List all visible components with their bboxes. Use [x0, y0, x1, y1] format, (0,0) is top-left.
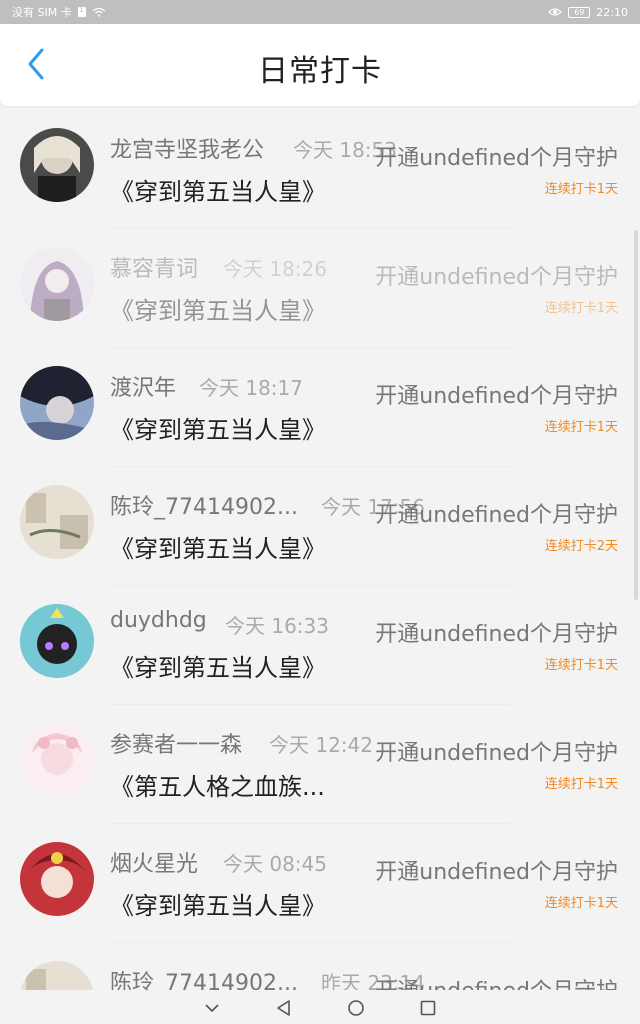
book-title[interactable]: 《穿到第五当人皇》: [110, 172, 326, 207]
list-item[interactable]: duydhdg 今天 16:33 《穿到第五当人皇》 开通undefined个月…: [0, 586, 640, 705]
nav-collapse-button[interactable]: [203, 999, 221, 1017]
user-name[interactable]: 烟火星光: [110, 846, 198, 878]
guard-text: 开通undefined个月守护: [375, 503, 618, 528]
list-item[interactable]: 渡沢年 今天 18:17 《穿到第五当人皇》 开通undefined个月守护 连…: [0, 348, 640, 467]
list-item[interactable]: 陈玲_77414902... 今天 17:56 《穿到第五当人皇》 开通unde…: [0, 467, 640, 586]
streak-badge: 连续打卡1天: [544, 658, 618, 673]
avatar[interactable]: [20, 128, 94, 202]
clock: 22:10: [596, 5, 628, 19]
scrollbar[interactable]: [634, 230, 638, 600]
avatar[interactable]: [20, 723, 94, 797]
list-item[interactable]: 烟火星光 今天 08:45 《穿到第五当人皇》 开通undefined个月守护 …: [0, 824, 640, 943]
checkin-time: 今天 16:33: [225, 614, 329, 638]
streak-badge: 连续打卡1天: [544, 182, 618, 197]
user-name[interactable]: 渡沢年: [110, 370, 176, 402]
wifi-icon: [92, 7, 106, 17]
book-title[interactable]: 《穿到第五当人皇》: [110, 886, 326, 921]
status-bar: 没有 SIM 卡 69 22:10: [0, 0, 640, 24]
list-item[interactable]: 慕容青词 今天 18:26 《穿到第五当人皇》 开通undefined个月守护 …: [0, 229, 640, 348]
streak-badge: 连续打卡2天: [544, 539, 618, 554]
avatar[interactable]: [20, 485, 94, 559]
user-name[interactable]: duydhdg: [110, 608, 207, 633]
checkin-time: 今天 12:42: [269, 733, 373, 757]
guard-text: 开通undefined个月守护: [375, 384, 618, 409]
list-item[interactable]: 龙宫寺坚我老公 今天 18:53 《穿到第五当人皇》 开通undefined个月…: [0, 110, 640, 229]
battery-icon: 69: [568, 6, 591, 18]
avatar[interactable]: [20, 366, 94, 440]
user-name[interactable]: 参赛者一一森: [110, 727, 242, 759]
guard-text: 开通undefined个月守护: [375, 860, 618, 885]
battery-level: 69: [574, 7, 585, 17]
header: 日常打卡: [0, 24, 640, 106]
system-nav-bar: [0, 992, 640, 1024]
streak-badge: 连续打卡1天: [544, 420, 618, 435]
back-triangle-icon: [277, 1000, 290, 1016]
avatar[interactable]: [20, 604, 94, 678]
collapse-icon: [205, 1004, 219, 1013]
streak-badge: 连续打卡1天: [544, 777, 618, 792]
checkin-list[interactable]: 龙宫寺坚我老公 今天 18:53 《穿到第五当人皇》 开通undefined个月…: [0, 110, 640, 990]
checkin-time: 今天 08:45: [223, 852, 327, 876]
nav-home-button[interactable]: [347, 999, 365, 1017]
user-name[interactable]: 慕容青词: [110, 251, 198, 283]
checkin-time: 今天 18:26: [223, 257, 327, 281]
carrier-text: 没有 SIM 卡: [12, 6, 72, 19]
list-item[interactable]: 陈玲_77414902... 昨天 23:14 开通undefined个月守护: [0, 943, 640, 990]
avatar[interactable]: [20, 961, 94, 990]
home-circle-icon: [348, 1000, 364, 1016]
user-name[interactable]: 陈玲_77414902...: [110, 489, 298, 521]
nav-back-button[interactable]: [275, 999, 293, 1017]
guard-text: 开通undefined个月守护: [375, 622, 618, 647]
eye-icon: [548, 8, 563, 16]
streak-badge: 连续打卡1天: [544, 896, 618, 911]
user-name[interactable]: 陈玲_77414902...: [110, 965, 298, 990]
guard-text: 开通undefined个月守护: [375, 265, 618, 290]
book-title[interactable]: 《穿到第五当人皇》: [110, 410, 326, 445]
book-title[interactable]: 《穿到第五当人皇》: [110, 648, 326, 683]
book-title[interactable]: 《第五人格之血族...: [110, 767, 325, 802]
list-item[interactable]: 参赛者一一森 今天 12:42 《第五人格之血族... 开通undefined个…: [0, 705, 640, 824]
guard-text: 开通undefined个月守护: [375, 741, 618, 766]
page-title: 日常打卡: [258, 54, 382, 89]
streak-badge: 连续打卡1天: [544, 301, 618, 316]
book-title[interactable]: 《穿到第五当人皇》: [110, 291, 326, 326]
checkin-time: 今天 18:17: [199, 376, 303, 400]
recents-square-icon: [420, 1000, 436, 1016]
guard-text: 开通undefined个月守护: [375, 146, 618, 171]
avatar[interactable]: [20, 247, 94, 321]
sim-icon: [77, 5, 86, 17]
nav-recents-button[interactable]: [419, 999, 437, 1017]
user-name[interactable]: 龙宫寺坚我老公: [110, 132, 264, 164]
guard-text: 开通undefined个月守护: [375, 973, 618, 990]
avatar[interactable]: [20, 842, 94, 916]
book-title[interactable]: 《穿到第五当人皇》: [110, 529, 326, 564]
